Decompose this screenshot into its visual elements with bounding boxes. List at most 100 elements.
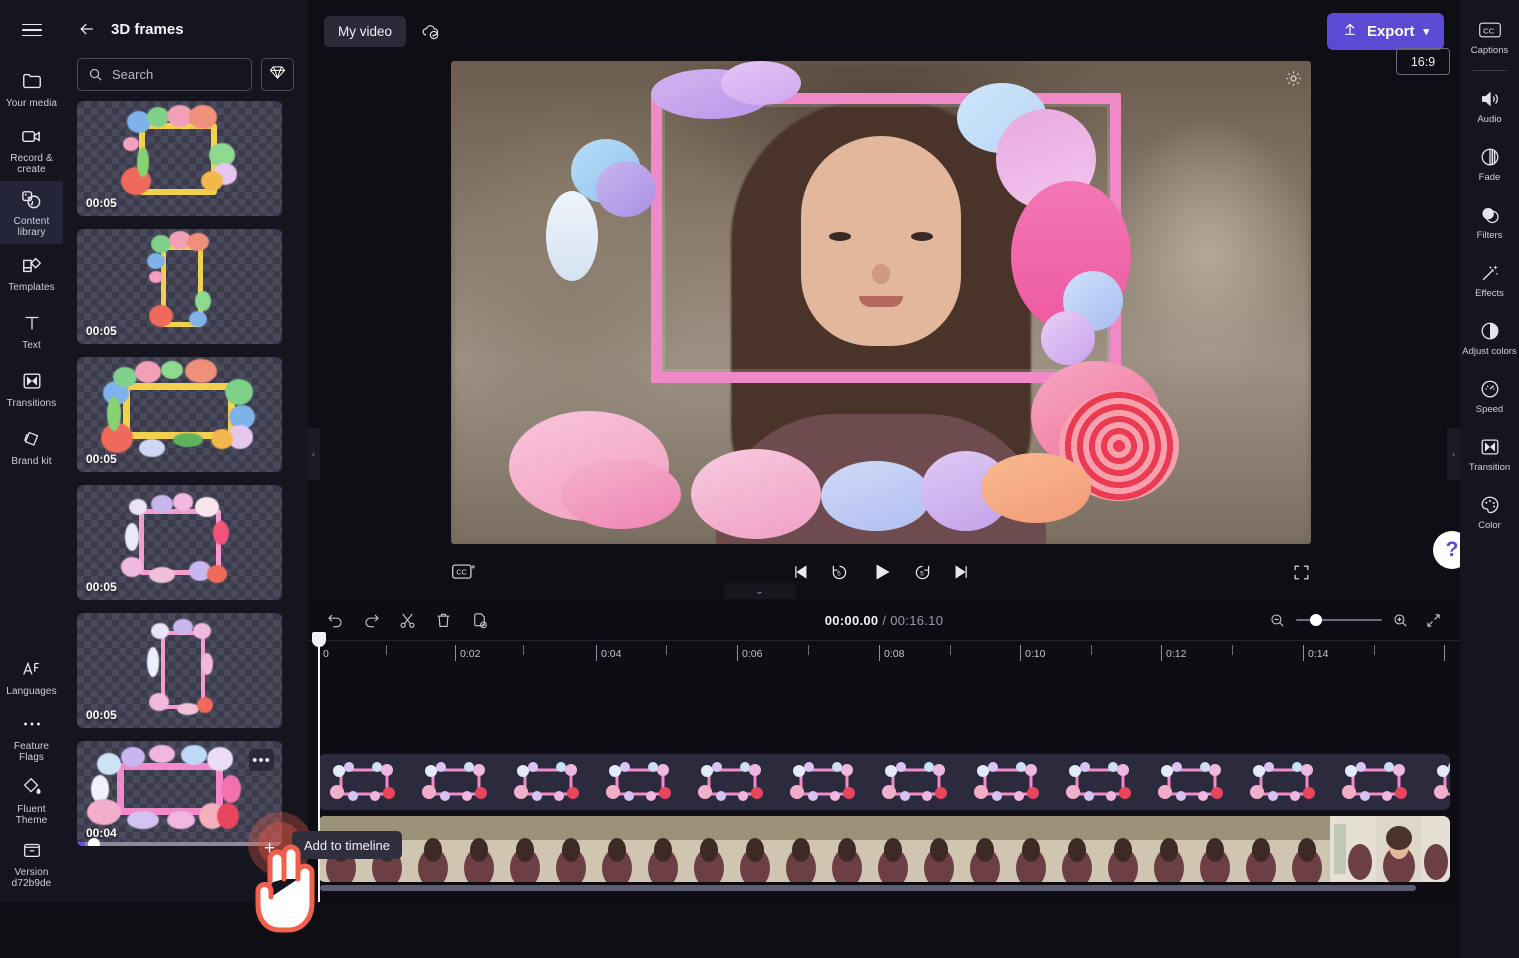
search-icon — [88, 67, 103, 82]
deco-shell-bottom-left-2 — [561, 459, 681, 529]
video-frame-thumb — [1422, 816, 1450, 882]
sidebar-label: Brand kit — [11, 456, 52, 467]
item-duration: 00:05 — [86, 324, 117, 338]
sidebar-item-feature-flags[interactable]: Feature Flags — [0, 706, 63, 769]
tool-audio[interactable]: Audio — [1460, 77, 1519, 135]
ruler-label: 0:12 — [1166, 648, 1187, 660]
filters-icon — [1479, 204, 1501, 226]
video-frame-thumb — [824, 816, 870, 882]
tool-effects[interactable]: Effects — [1460, 251, 1519, 309]
tool-label: Speed — [1475, 403, 1504, 415]
playhead-handle[interactable] — [312, 632, 326, 647]
collapse-timeline-button[interactable]: ⌄ — [723, 583, 796, 599]
tool-color[interactable]: Color — [1460, 483, 1519, 541]
redo-icon[interactable] — [362, 611, 381, 630]
sidebar-item-templates[interactable]: Templates — [0, 244, 63, 302]
sidebar-item-text[interactable]: Text — [0, 302, 63, 360]
video-frame-thumb — [1054, 816, 1100, 882]
tool-fade[interactable]: Fade — [1460, 135, 1519, 193]
clip-thumbnail — [410, 754, 502, 810]
list-item[interactable]: 00:05 — [77, 485, 282, 600]
clip-thumbnail — [686, 754, 778, 810]
item-progress-knob[interactable] — [88, 838, 100, 846]
clip-thumbnail — [1238, 754, 1330, 810]
back-arrow-icon[interactable] — [77, 19, 97, 39]
scissors-icon[interactable] — [398, 611, 417, 630]
sidebar-item-transitions[interactable]: Transitions — [0, 360, 63, 418]
sidebar-item-content-library[interactable]: Content library — [0, 181, 63, 244]
skip-end-icon[interactable] — [952, 562, 972, 582]
app-root: Your media Record & create Content libra… — [0, 0, 1519, 958]
sidebar-item-brand-kit[interactable]: Brand kit — [0, 418, 63, 476]
trash-icon[interactable] — [434, 611, 453, 630]
zoom-slider-knob[interactable] — [1310, 614, 1322, 626]
gear-icon[interactable] — [1284, 69, 1303, 93]
collapse-right-panel-button[interactable]: › — [1447, 428, 1460, 480]
search-input[interactable]: Search — [77, 58, 252, 91]
timeline-ruler[interactable]: 0 0:02 0:04 0:06 0:08 0:10 0:12 0:14 — [308, 640, 1460, 670]
tool-adjust-colors[interactable]: Adjust colors — [1460, 309, 1519, 367]
tool-filters[interactable]: Filters — [1460, 193, 1519, 251]
collapse-panel-button[interactable]: ‹ — [307, 428, 320, 480]
aspect-ratio-button[interactable]: 16:9 — [1396, 48, 1450, 75]
palette-icon — [1479, 494, 1501, 516]
export-label: Export — [1366, 22, 1415, 40]
fullscreen-icon[interactable] — [1292, 563, 1311, 582]
hamburger-menu-button[interactable] — [0, 0, 63, 60]
sidebar-item-record-create[interactable]: Record & create — [0, 118, 63, 181]
premium-filter-button[interactable] — [261, 58, 294, 91]
clip-thumbnail — [1422, 754, 1450, 810]
video-preview[interactable] — [451, 61, 1311, 544]
table-row[interactable] — [318, 754, 1450, 810]
search-placeholder: Search — [112, 67, 154, 82]
list-item[interactable]: 00:05 — [77, 101, 282, 216]
zoom-out-icon[interactable] — [1269, 612, 1286, 629]
chevron-down-icon: ⌄ — [755, 585, 764, 597]
skip-start-icon[interactable] — [790, 562, 810, 582]
fit-to-screen-icon[interactable] — [1425, 612, 1442, 629]
sidebar-label: Text — [22, 340, 41, 351]
frames-thumbnail-list[interactable]: 00:05 00:05 00:05 00:05 00:05 00:04 ••• — [63, 101, 308, 903]
sidebar-item-version[interactable]: Version d72b9de — [0, 832, 63, 903]
timeline-zoom-controls — [1269, 612, 1442, 629]
forward-5-icon[interactable]: 5 — [912, 562, 933, 583]
clip-thumbnail — [870, 754, 962, 810]
sidebar-label: Languages — [6, 686, 57, 697]
deco-cloud-bottom-2 — [821, 461, 931, 531]
current-time: 00:00.00 — [824, 612, 879, 628]
ruler-label: 0:04 — [601, 648, 622, 660]
table-row[interactable] — [318, 816, 1450, 882]
project-name-field[interactable]: My video — [324, 15, 407, 47]
tool-label: Effects — [1475, 287, 1504, 299]
sidebar-item-your-media[interactable]: Your media — [0, 60, 63, 118]
export-button[interactable]: Export ▾ — [1326, 12, 1444, 50]
upload-icon — [1342, 21, 1358, 41]
sidebar-item-languages[interactable]: Languages — [0, 648, 63, 706]
undo-icon[interactable] — [326, 611, 345, 630]
closed-captions-icon[interactable]: CC — [451, 561, 477, 583]
tool-captions[interactable]: CC Captions — [1460, 8, 1519, 66]
play-icon[interactable] — [869, 560, 893, 584]
tool-transition[interactable]: Transition — [1460, 425, 1519, 483]
transitions-icon — [21, 369, 43, 393]
timeline-horizontal-scrollbar[interactable] — [320, 885, 1416, 891]
clip-thumbnail — [318, 754, 410, 810]
duplicate-icon[interactable] — [470, 611, 489, 630]
text-icon — [21, 311, 43, 335]
item-duration: 00:05 — [86, 708, 117, 722]
sidebar-item-fluent-theme[interactable]: Fluent Theme — [0, 769, 63, 832]
more-options-icon[interactable]: ••• — [249, 749, 274, 771]
zoom-in-icon[interactable] — [1392, 612, 1409, 629]
list-item[interactable]: 00:05 — [77, 229, 282, 344]
tool-speed[interactable]: Speed — [1460, 367, 1519, 425]
zoom-slider[interactable] — [1296, 614, 1382, 626]
list-item[interactable]: 00:05 — [77, 357, 282, 472]
list-item[interactable]: 00:05 — [77, 613, 282, 728]
timeline-panel: 00:00.00 / 00:16.10 0 0:02 0:04 0:06 0:0… — [308, 600, 1460, 903]
deco-cloud-bottom-4 — [981, 453, 1091, 523]
video-frame — [451, 61, 1311, 544]
chevron-left-icon: ‹ — [312, 449, 315, 459]
rewind-5-icon[interactable]: 5 — [829, 562, 850, 583]
cloud-saved-icon[interactable] — [420, 21, 441, 42]
tool-label: Audio — [1477, 113, 1502, 125]
